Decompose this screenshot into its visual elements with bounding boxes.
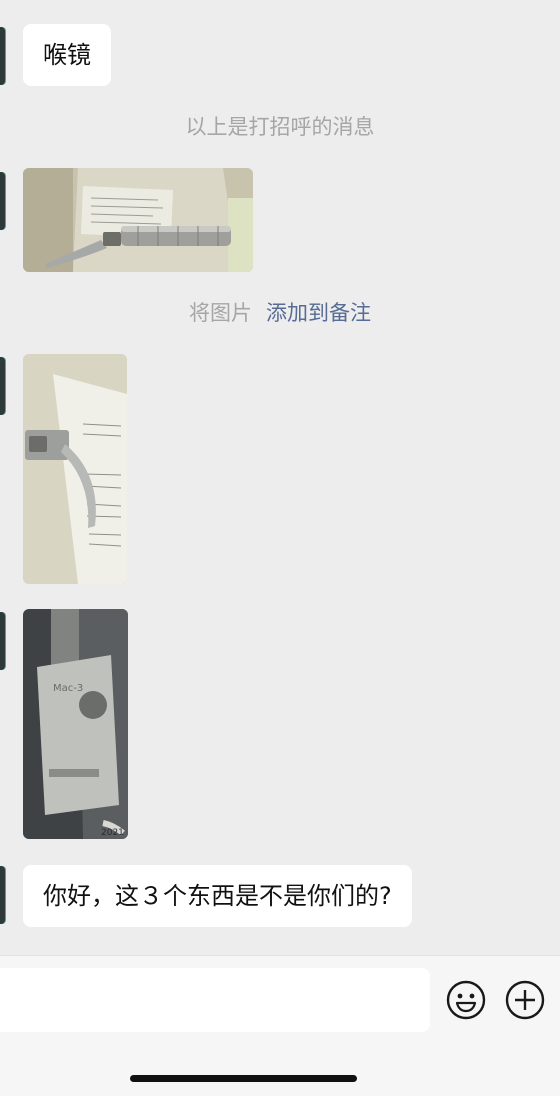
photo-remark-notice: 将图片 添加到备注	[0, 297, 560, 327]
sender-avatar[interactable]	[0, 27, 5, 85]
laryngoscope-tag-photo: Mac-3 2021	[23, 609, 128, 839]
message-text: 你好，这３个东西是不是你们的?	[43, 882, 392, 910]
message-text: 喉镜	[43, 41, 91, 69]
home-indicator	[130, 1075, 357, 1082]
emoji-icon[interactable]	[446, 980, 486, 1020]
tag-model-label: Mac-3	[53, 683, 83, 694]
photo-message-2[interactable]	[23, 354, 127, 584]
photo-year-label: 2021	[101, 828, 124, 838]
sender-avatar[interactable]	[0, 357, 5, 415]
greeting-notice: 以上是打招呼的消息	[185, 115, 375, 139]
message-bubble-throat-scope[interactable]: 喉镜	[23, 24, 111, 86]
plus-icon[interactable]	[505, 980, 545, 1020]
message-bubble-question[interactable]: 你好，这３个东西是不是你们的?	[23, 865, 412, 927]
photo-message-3[interactable]: Mac-3 2021	[23, 609, 128, 839]
message-input[interactable]	[0, 968, 430, 1032]
sender-avatar[interactable]	[0, 612, 5, 670]
sender-avatar[interactable]	[0, 172, 5, 230]
add-to-remark-link[interactable]: 添加到备注	[266, 301, 371, 325]
laryngoscope-photo-1	[23, 168, 253, 272]
laryngoscope-photo-2	[23, 354, 127, 584]
photo-message-1[interactable]	[23, 168, 253, 272]
sender-avatar[interactable]	[0, 866, 5, 924]
photo-notice-prefix: 将图片	[189, 301, 252, 325]
